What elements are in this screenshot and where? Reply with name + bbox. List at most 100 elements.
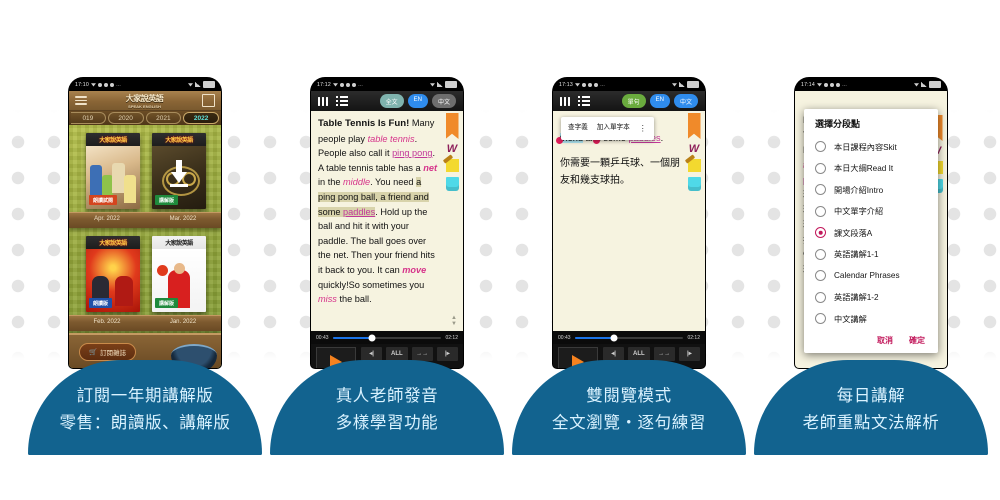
caption-line-1: 訂閱一年期講解版 <box>76 387 214 405</box>
lookup-definition-button[interactable]: 查字義 <box>568 121 588 136</box>
radio-button[interactable] <box>815 270 826 282</box>
year-tab-2020[interactable]: 2020 <box>107 112 144 124</box>
year-tab-2019[interactable]: 019 <box>71 112 106 124</box>
cover-art: 朗讀試閱 <box>86 146 140 209</box>
bookmark-icon[interactable] <box>687 113 701 139</box>
issue-label-apr-2022: Apr. 2022 <box>94 215 120 222</box>
audio-progress-2[interactable]: 00:43 02:12 <box>311 331 463 344</box>
repeat-button[interactable]: →→ <box>411 347 433 361</box>
selection-context-menu[interactable]: 查字義 加入單字本 ⋮ <box>561 117 654 140</box>
caption-line-2: 零售：朗讀版、講解版 <box>59 414 231 432</box>
total-time: 02:12 <box>687 334 700 341</box>
radio-button[interactable] <box>815 205 826 217</box>
sentence-reader[interactable]: 查字義 加入單字本 ⋮ all, a friend and some paddl… <box>553 111 705 331</box>
panel-magazine-shelf: 17:10 … 大家說英語 SPEAK ENGLISH 019 2020 202… <box>20 0 270 500</box>
segment-option[interactable]: 英語講解1-2 <box>815 287 927 309</box>
word-icon[interactable]: W <box>447 144 457 155</box>
columns-icon[interactable] <box>560 96 570 106</box>
dialog-title: 選擇分段點 <box>815 119 861 129</box>
segment-option-label: 中文單字介紹 <box>834 207 884 217</box>
segment-en[interactable]: EN <box>407 94 428 108</box>
segment-option[interactable]: 開場介紹Intro <box>815 179 927 201</box>
radio-button[interactable] <box>815 291 826 303</box>
caption-line-1: 真人老師發音 <box>335 387 439 405</box>
article-reader[interactable]: Table Tennis Is Fun! Many people play ta… <box>311 111 463 331</box>
radio-button[interactable] <box>815 313 826 325</box>
segment-option[interactable]: Calendar Phrases <box>815 265 927 287</box>
segment-en[interactable]: EN <box>649 94 670 108</box>
progress-track[interactable] <box>574 334 684 341</box>
segment-option[interactable]: 中文單字介紹 <box>815 201 927 223</box>
segment-option-label: 英語講解1-2 <box>834 293 879 303</box>
confirm-button[interactable]: 確定 <box>909 335 925 346</box>
prev-segment-button[interactable]: ◂| <box>361 347 383 361</box>
radio-button[interactable] <box>815 184 826 196</box>
wifi-icon <box>430 83 435 87</box>
segment-option[interactable]: 本日大綱Read It <box>815 158 927 180</box>
radio-button[interactable] <box>815 141 826 153</box>
segment-option-selected[interactable]: 課文段落A <box>815 222 927 244</box>
segment-option[interactable]: 本日課程內容Skit <box>815 136 927 158</box>
book-icon[interactable] <box>445 177 459 191</box>
grid-view-icon[interactable] <box>202 94 215 107</box>
next-segment-button[interactable]: |▸ <box>678 347 700 361</box>
radio-button[interactable] <box>815 248 826 260</box>
segment-option[interactable]: 英語講解1-1 <box>815 244 927 266</box>
word-icon[interactable]: W <box>689 144 699 155</box>
radio-button[interactable] <box>815 227 826 239</box>
caption-line-2: 老師重點文法解析 <box>802 414 940 432</box>
segment-sentence[interactable]: 單句 <box>621 94 646 108</box>
bookmark-icon[interactable] <box>445 113 459 139</box>
progress-knob[interactable] <box>610 334 618 341</box>
panel-reader-sentence: 17:13 … 單句 EN 中文 查字義 加入單字本 ⋮ . 你需要一顆乒乓球、… <box>504 0 754 500</box>
status-time: 17:14 <box>801 81 815 88</box>
list-icon[interactable] <box>335 95 348 108</box>
segment-option-label: 開場介紹Intro <box>834 185 884 195</box>
year-tab-2021[interactable]: 2021 <box>145 112 182 124</box>
note-icon[interactable] <box>445 159 459 172</box>
hamburger-menu-icon[interactable] <box>75 94 87 107</box>
add-to-wordbook-button[interactable]: 加入單字本 <box>597 121 630 136</box>
subscribe-magazine-button[interactable]: 🛒 訂閱雜誌 <box>79 343 137 361</box>
magazine-cover-feb-2022[interactable]: 大家說英語 朗讀版 <box>86 236 140 312</box>
segment-option-list[interactable]: 本日課程內容Skit 本日大綱Read It 開場介紹Intro 中文單字介紹 … <box>804 136 938 330</box>
radio-button[interactable] <box>815 162 826 174</box>
cover-header: 大家說英語 <box>86 133 140 146</box>
progress-track[interactable] <box>332 334 442 341</box>
cover-badge: 朗讀版 <box>89 298 113 308</box>
battery-icon <box>203 81 215 88</box>
app-icon-2 <box>345 82 350 87</box>
issue-label-mar-2022: Mar. 2022 <box>169 215 197 222</box>
cover-header: 大家說英語 <box>86 236 140 249</box>
columns-icon[interactable] <box>318 96 328 106</box>
magazine-cover-mar-2022[interactable]: 大家說英語 講解版 <box>152 133 206 209</box>
audio-progress-3[interactable]: 00:43 02:12 <box>553 331 705 344</box>
segment-full-text[interactable]: 全文 <box>379 94 404 108</box>
repeat-button[interactable]: →→ <box>653 347 675 361</box>
magazine-cover-apr-2022[interactable]: 大家說英語 朗讀試閱 <box>86 133 140 209</box>
kebab-menu-icon[interactable]: ⋮ <box>639 124 647 132</box>
segment-zh[interactable]: 中文 <box>431 94 456 108</box>
issue-label-feb-2022: Feb. 2022 <box>93 318 121 325</box>
signal-icon <box>90 83 96 87</box>
cancel-button[interactable]: 取消 <box>877 335 893 346</box>
next-segment-button[interactable]: |▸ <box>436 347 458 361</box>
magazine-cover-jan-2022[interactable]: 大家說英語 講解版 <box>152 236 206 312</box>
all-button[interactable]: ALL <box>386 347 408 361</box>
segment-zh[interactable]: 中文 <box>673 94 698 108</box>
app-logo-subtext: SPEAK ENGLISH <box>128 103 161 109</box>
note-icon[interactable] <box>687 159 701 172</box>
book-icon[interactable] <box>687 177 701 191</box>
year-tab-2022[interactable]: 2022 <box>183 112 219 124</box>
segment-option[interactable]: 中文講解 <box>815 308 927 330</box>
list-icon[interactable] <box>577 95 590 108</box>
cart-icon: 🛒 <box>89 349 98 356</box>
app-logo: 大家說英語 SPEAK ENGLISH <box>126 93 164 109</box>
prev-segment-button[interactable]: ◂| <box>603 347 625 361</box>
app-icon-2 <box>103 82 108 87</box>
view-mode-segments-2: 全文 EN 中文 <box>379 94 456 108</box>
reader-toolbar-3: 單句 EN 中文 <box>553 91 705 111</box>
progress-knob[interactable] <box>368 334 376 341</box>
status-bar-3: 17:13 … <box>553 78 705 91</box>
all-button[interactable]: ALL <box>628 347 650 361</box>
